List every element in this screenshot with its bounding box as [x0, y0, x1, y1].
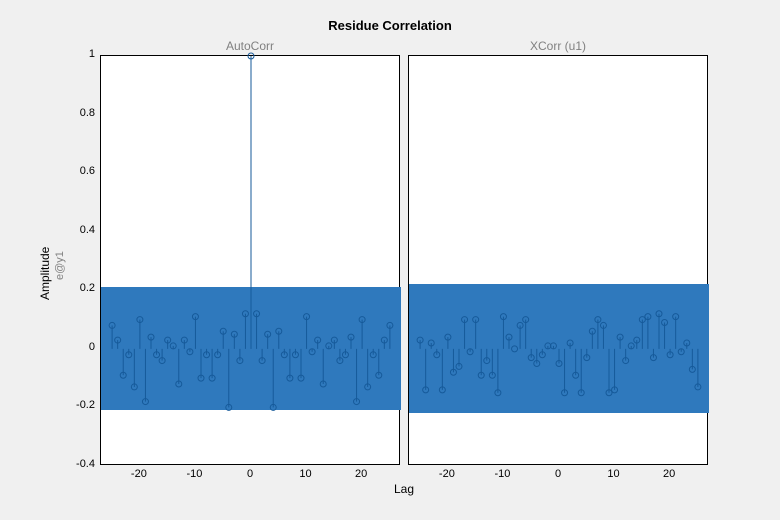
x-tick-label: 20	[654, 468, 684, 480]
x-tick-label: 10	[599, 468, 629, 480]
y-tick-label: 1	[55, 48, 95, 60]
y-tick-label: 0.8	[55, 107, 95, 119]
y-tick-label: 0.6	[55, 165, 95, 177]
x-axis-label: Lag	[100, 482, 708, 496]
right-subtitle: XCorr (u1)	[408, 39, 708, 53]
y-tick-label: -0.4	[55, 458, 95, 470]
figure-container: Residue Correlation AutoCorr XCorr (u1) …	[0, 0, 780, 520]
x-tick-label: -10	[179, 468, 209, 480]
y-tick-label: -0.2	[55, 399, 95, 411]
y-axis-label: Amplitude	[38, 247, 52, 300]
y-tick-label: 0.2	[55, 282, 95, 294]
x-tick-label: 10	[291, 468, 321, 480]
y-tick-label: 0.4	[55, 224, 95, 236]
left-subtitle: AutoCorr	[100, 39, 400, 53]
axes-autocorr	[100, 55, 400, 465]
x-tick-label: -20	[432, 468, 462, 480]
stem-layer-right	[409, 56, 709, 466]
y-tick-label: 0	[55, 341, 95, 353]
x-tick-label: -10	[487, 468, 517, 480]
stem-layer-left	[101, 56, 401, 466]
x-tick-label: -20	[124, 468, 154, 480]
x-tick-label: 0	[235, 468, 265, 480]
x-tick-label: 0	[543, 468, 573, 480]
y-axis-sublabel: e@y1	[54, 251, 66, 280]
axes-xcorr	[408, 55, 708, 465]
x-tick-label: 20	[346, 468, 376, 480]
chart-title: Residue Correlation	[0, 18, 780, 33]
